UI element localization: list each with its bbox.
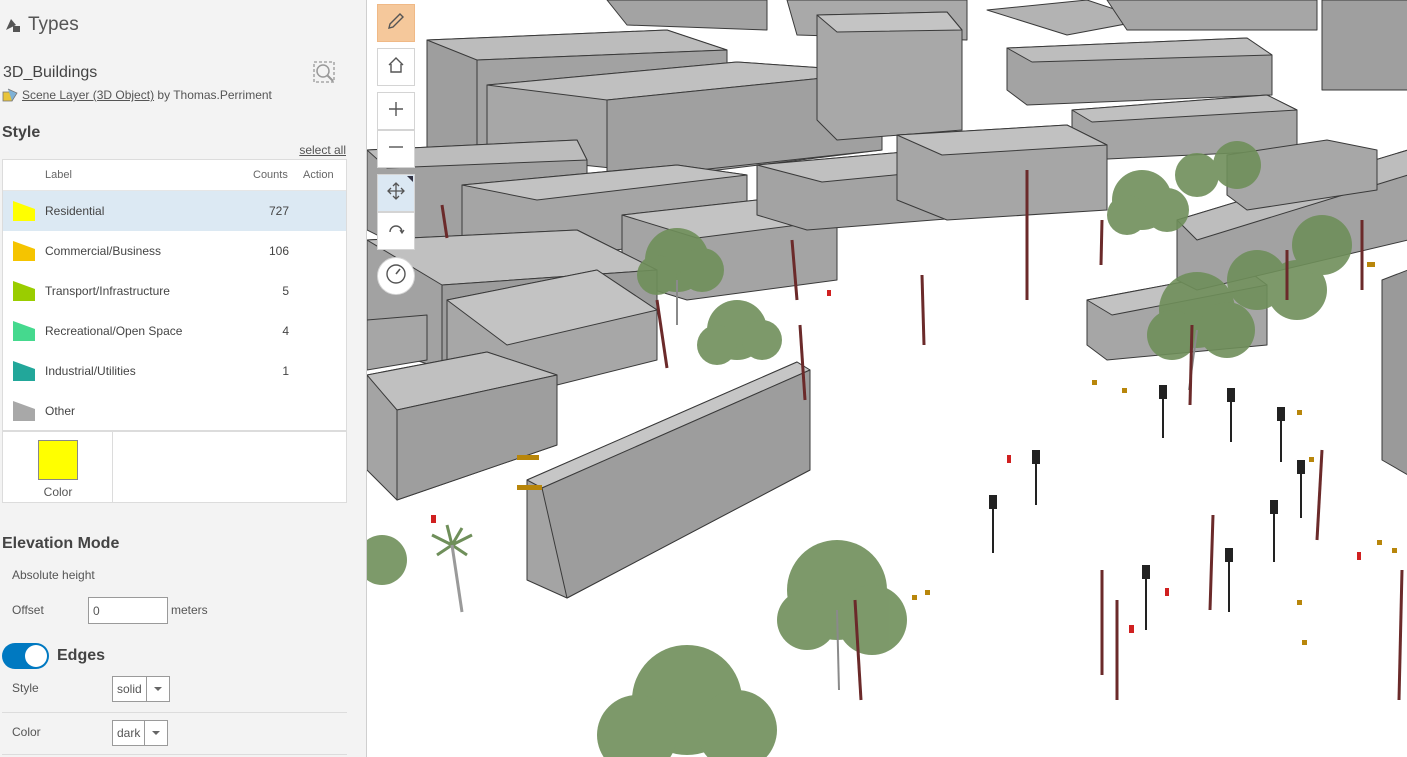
- pan-icon: [387, 181, 405, 205]
- color-chip-label: Color: [43, 485, 73, 499]
- panel-title: Types: [28, 14, 79, 35]
- edge-color-label: Color: [12, 725, 41, 739]
- minus-icon: [388, 139, 404, 160]
- color-chip[interactable]: [38, 440, 78, 480]
- types-style-icon: [2, 14, 24, 36]
- symbol-swatch: [13, 401, 35, 421]
- rotate-button[interactable]: [377, 212, 415, 250]
- offset-unit: meters: [171, 603, 208, 617]
- symbol-swatch: [13, 361, 35, 381]
- types-table: Label Counts Action Residential 727 Comm…: [2, 159, 347, 431]
- compass-button[interactable]: [377, 257, 415, 295]
- col-label-header: Label: [45, 169, 72, 181]
- zoom-to-layer-icon[interactable]: [310, 58, 338, 86]
- symbol-properties: Color: [2, 431, 347, 503]
- table-row[interactable]: Transport/Infrastructure 5: [3, 271, 346, 311]
- layer-type-link[interactable]: Scene Layer (3D Object): [22, 88, 154, 102]
- elevation-mode-value[interactable]: Absolute height: [12, 568, 95, 582]
- style-panel: Types 3D_Buildings Scene Layer (3D Objec…: [0, 0, 366, 757]
- row-count: 1: [282, 364, 289, 378]
- offset-input[interactable]: [88, 597, 168, 624]
- layer-owner: by Thomas.Perriment: [157, 88, 272, 102]
- row-count: 106: [268, 244, 289, 258]
- compass-icon: [385, 263, 407, 290]
- table-row[interactable]: Commercial/Business 106: [3, 231, 346, 271]
- row-label: Industrial/Utilities: [45, 364, 136, 378]
- plus-icon: [388, 101, 404, 122]
- row-label: Residential: [45, 204, 105, 218]
- select-all-link[interactable]: select all: [299, 143, 346, 157]
- scene-layer-icon: [2, 88, 18, 102]
- edge-color-select[interactable]: dark: [112, 720, 169, 746]
- style-heading: Style: [2, 124, 41, 141]
- symbol-swatch: [13, 281, 35, 301]
- offset-label: Offset: [12, 603, 44, 617]
- table-row[interactable]: Industrial/Utilities 1: [3, 351, 346, 391]
- edge-style-value: solid: [113, 677, 147, 701]
- symbol-swatch: [13, 321, 35, 341]
- row-label: Other: [45, 404, 76, 418]
- edge-style-label: Style: [12, 681, 39, 695]
- divider: [2, 754, 347, 755]
- rotate-icon: [387, 220, 405, 243]
- zoom-out-button[interactable]: [377, 130, 415, 168]
- table-header: Label Counts Action: [3, 160, 346, 191]
- elevation-heading: Elevation Mode: [2, 535, 120, 552]
- home-icon: [387, 56, 405, 79]
- toggle-knob: [25, 645, 47, 667]
- symbol-swatch: [13, 201, 35, 221]
- layer-title: 3D_Buildings: [3, 64, 98, 81]
- panel-header: Types: [0, 10, 366, 40]
- row-count: 727: [268, 204, 289, 218]
- chevron-down-icon: [145, 730, 167, 736]
- scene-view[interactable]: [366, 0, 1407, 757]
- sketch-button[interactable]: [377, 4, 415, 42]
- col-action-header: Action: [303, 169, 334, 181]
- divider: [2, 712, 347, 713]
- edges-label: Edges: [57, 647, 106, 664]
- edge-color-value: dark: [113, 721, 146, 745]
- zoom-in-button[interactable]: [377, 92, 415, 130]
- row-label: Commercial/Business: [45, 244, 162, 258]
- table-row[interactable]: Other: [3, 391, 346, 431]
- row-count: 5: [282, 284, 289, 298]
- chevron-down-icon: [147, 686, 169, 692]
- row-label: Transport/Infrastructure: [45, 284, 170, 298]
- pencil-icon: [386, 11, 406, 36]
- col-counts-header: Counts: [253, 169, 288, 181]
- scene-canvas[interactable]: [367, 0, 1407, 757]
- layer-subtitle: Scene Layer (3D Object) by Thomas.Perrim…: [2, 88, 272, 102]
- table-row[interactable]: Residential 727: [3, 191, 346, 231]
- color-property[interactable]: Color: [3, 432, 113, 502]
- symbol-swatch: [13, 241, 35, 261]
- edges-toggle[interactable]: [2, 643, 49, 669]
- row-count: 4: [282, 324, 289, 338]
- pan-button[interactable]: [377, 174, 415, 212]
- home-button[interactable]: [377, 48, 415, 86]
- row-label: Recreational/Open Space: [45, 324, 183, 338]
- table-row[interactable]: Recreational/Open Space 4: [3, 311, 346, 351]
- edge-style-select[interactable]: solid: [112, 676, 170, 702]
